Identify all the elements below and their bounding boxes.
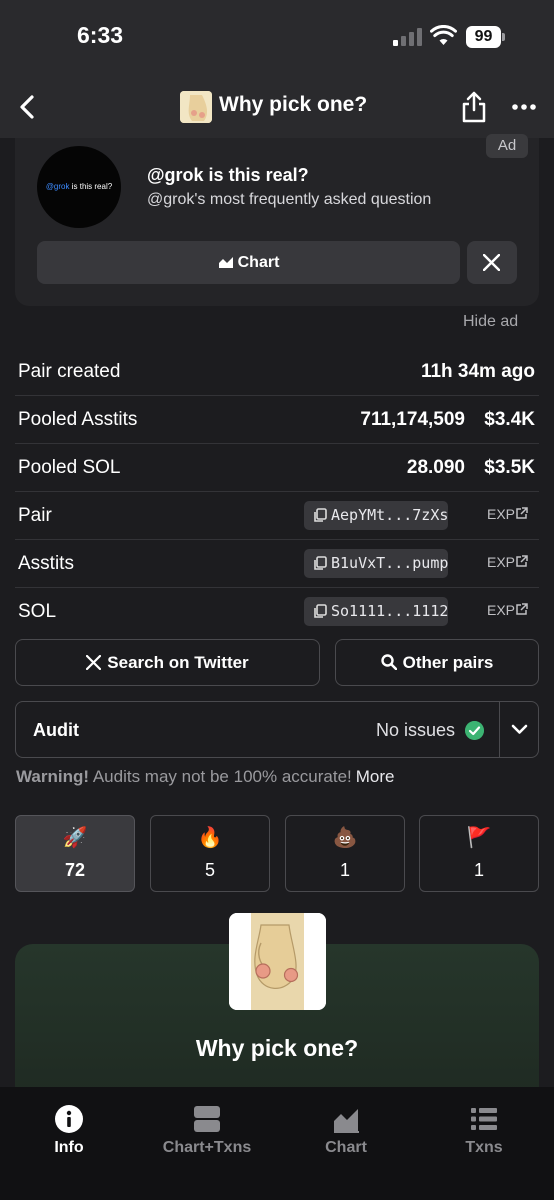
pair-created-row: Pair created 11h 34m ago	[15, 348, 539, 396]
audit-warning: Warning! Audits may not be 100% accurate…	[16, 767, 395, 786]
vote-count: 5	[204, 860, 215, 880]
chart-icon	[334, 1109, 359, 1133]
row-value: 11h 34m ago	[420, 361, 535, 382]
tab-chart-txns[interactable]: Chart+Txns	[138, 1087, 276, 1167]
chevron-down-icon[interactable]	[500, 702, 539, 757]
chart-icon	[218, 257, 233, 268]
row-label: Asstits	[18, 553, 74, 574]
check-circle-icon	[465, 721, 484, 740]
explorer-link[interactable]: EXP	[487, 602, 528, 618]
rocket-icon: 🚀	[62, 827, 88, 849]
audit-label: Audit	[33, 720, 79, 740]
ad-x-button[interactable]	[467, 241, 517, 284]
token-image	[229, 913, 326, 1010]
external-link-icon	[516, 603, 528, 615]
explorer-link[interactable]: EXP	[487, 506, 528, 522]
audit-panel[interactable]: Audit No issues	[15, 701, 539, 758]
pooled-sol-amount: 28.090	[406, 457, 465, 478]
ad-title[interactable]: @grok is this real?	[147, 165, 309, 186]
tab-txns[interactable]: Txns	[415, 1087, 553, 1167]
vote-flag-button[interactable]: 🚩 1	[419, 815, 539, 892]
bottom-tab-bar: Info Chart+Txns Chart Txns	[0, 1087, 554, 1200]
battery-level: 99	[466, 26, 501, 48]
battery-icon: 99	[466, 26, 506, 48]
wifi-icon	[430, 25, 457, 45]
vote-count: 1	[473, 860, 484, 880]
sol-address-row: SOL So1111...1112 EXP	[15, 588, 539, 636]
pooled-sol-row: Pooled SOL 28.090 $3.5K	[15, 444, 539, 492]
vote-poop-button[interactable]: 💩 1	[285, 815, 405, 892]
page-title: Why pick one?	[219, 93, 368, 116]
row-label: Pair created	[18, 361, 121, 382]
ad-badge: Ad	[486, 134, 528, 158]
row-label: Pooled Asstits	[18, 409, 138, 430]
status-time: 6:33	[77, 22, 124, 48]
pooled-sol-usd: $3.5K	[484, 457, 535, 478]
token-address-row: Asstits B1uVxT...pump EXP	[15, 540, 539, 588]
audit-status: No issues	[376, 720, 456, 740]
external-link-icon	[516, 555, 528, 567]
poop-icon: 💩	[332, 827, 358, 849]
token-thumbnail	[180, 91, 212, 123]
split-view-icon	[194, 1106, 220, 1132]
tab-chart[interactable]: Chart	[277, 1087, 415, 1167]
external-link-icon	[516, 507, 528, 519]
x-logo-icon	[86, 654, 102, 671]
ad-logo[interactable]: @grok is this real?	[37, 146, 121, 228]
ad-chart-button[interactable]: Chart	[37, 241, 460, 284]
flag-icon: 🚩	[466, 827, 492, 849]
pooled-token-row: Pooled Asstits 711,174,509 $3.4K	[15, 396, 539, 444]
copy-icon	[314, 508, 327, 522]
list-icon	[471, 1108, 497, 1130]
row-label: Pair	[18, 505, 52, 526]
pooled-token-amount: 711,174,509	[360, 409, 465, 430]
row-label: SOL	[18, 601, 57, 622]
copy-address-button[interactable]: So1111...1112	[304, 597, 449, 626]
pooled-token-usd: $3.4K	[484, 409, 535, 430]
back-chevron-icon[interactable]	[14, 92, 42, 122]
more-link[interactable]: More	[356, 767, 395, 786]
row-label: Pooled SOL	[18, 457, 121, 478]
copy-icon	[314, 556, 327, 570]
vote-count: 1	[339, 860, 350, 880]
copy-address-button[interactable]: AepYMt...7zXs	[304, 501, 449, 530]
vote-fire-button[interactable]: 🔥 5	[150, 815, 270, 892]
x-logo-icon	[483, 254, 500, 271]
info-icon	[55, 1105, 83, 1133]
pair-address-row: Pair AepYMt...7zXs EXP	[15, 492, 539, 540]
copy-address-button[interactable]: B1uVxT...pump	[304, 549, 449, 578]
copy-icon	[314, 604, 327, 618]
signal-icon	[393, 28, 423, 46]
hide-ad-link[interactable]: Hide ad	[463, 313, 518, 331]
tab-info[interactable]: Info	[0, 1087, 138, 1167]
vote-rocket-button[interactable]: 🚀 72	[15, 815, 135, 892]
fire-icon: 🔥	[197, 827, 223, 849]
other-pairs-button[interactable]: Other pairs	[335, 639, 539, 686]
more-options-icon[interactable]	[511, 100, 537, 114]
explorer-link[interactable]: EXP	[487, 554, 528, 570]
token-name: Why pick one?	[195, 1035, 359, 1061]
search-icon	[380, 654, 397, 671]
vote-count: 72	[64, 860, 86, 880]
search-twitter-button[interactable]: Search on Twitter	[15, 639, 320, 686]
ad-subtitle: @grok's most frequently asked question	[147, 191, 432, 208]
share-icon[interactable]	[461, 90, 487, 124]
